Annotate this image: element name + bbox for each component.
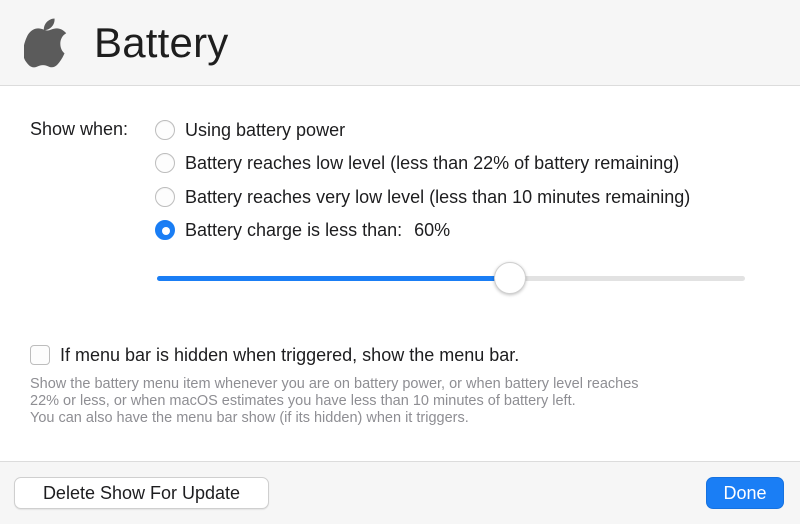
radio-button[interactable] <box>155 153 175 173</box>
charge-threshold-slider[interactable] <box>157 262 745 294</box>
dialog-footer: Delete Show For Update Done <box>0 461 800 524</box>
radio-button-selected[interactable] <box>155 220 175 240</box>
help-text-line: 22% or less, or when macOS estimates you… <box>30 393 576 409</box>
menu-bar-option-label: If menu bar is hidden when triggered, sh… <box>60 344 520 365</box>
radio-button[interactable] <box>155 120 175 140</box>
option-charge-less-than[interactable]: Battery charge is less than: 60% <box>155 218 450 242</box>
option-label: Using battery power <box>185 119 346 140</box>
settings-content: Show when: Using battery power Battery r… <box>0 86 800 461</box>
option-using-battery-power[interactable]: Using battery power <box>155 118 345 142</box>
slider-thumb[interactable] <box>494 262 526 294</box>
option-low-level[interactable]: Battery reaches low level (less than 22%… <box>155 151 679 175</box>
option-label: Battery reaches low level (less than 22%… <box>185 152 680 173</box>
help-description: Show the battery menu item whenever you … <box>30 376 770 427</box>
page-title: Battery <box>94 19 229 66</box>
show-when-label: Show when: <box>30 119 129 139</box>
option-label: Battery reaches very low level (less tha… <box>185 186 691 207</box>
help-text-line: You can also have the menu bar show (if … <box>30 410 469 426</box>
radio-button[interactable] <box>155 187 175 207</box>
help-text-line: Show the battery menu item whenever you … <box>30 376 639 392</box>
delete-show-for-update-button[interactable]: Delete Show For Update <box>14 477 269 509</box>
charge-threshold-value: 60% <box>414 219 451 240</box>
option-label: Battery charge is less than: <box>185 219 403 240</box>
dialog-header: Battery <box>0 0 800 86</box>
option-very-low-level[interactable]: Battery reaches very low level (less tha… <box>155 185 690 209</box>
apple-logo-icon <box>24 18 67 68</box>
menu-bar-option[interactable]: If menu bar is hidden when triggered, sh… <box>30 343 519 367</box>
slider-fill <box>157 276 510 281</box>
menu-bar-checkbox[interactable] <box>30 345 50 365</box>
done-button[interactable]: Done <box>706 477 784 509</box>
